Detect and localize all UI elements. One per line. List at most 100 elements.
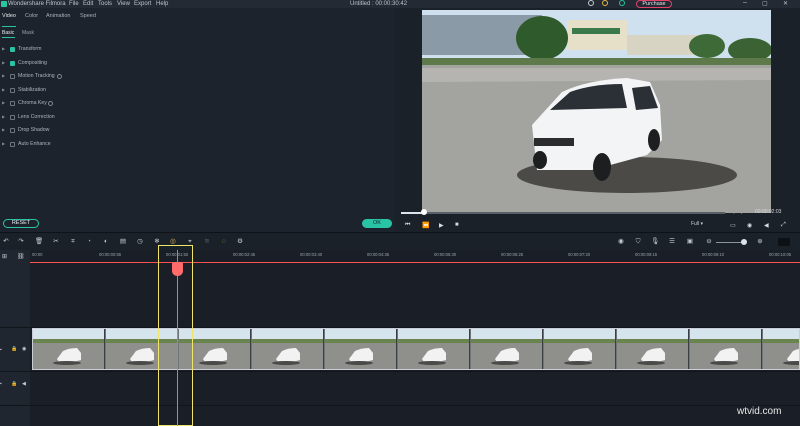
video-frame-image	[422, 10, 771, 213]
fullscreen-icon[interactable]: ⤢	[781, 222, 786, 229]
active-tab-indicator	[2, 26, 16, 27]
link-icon[interactable]: ⛓	[17, 253, 25, 260]
expand-arrow-icon[interactable]: ▶	[2, 86, 5, 94]
ruler-tick-label: 00:00:07:20	[568, 252, 591, 257]
lock-icon[interactable]: 🔒	[11, 381, 17, 387]
prop-chroma-key[interactable]: ▶ Chroma Key	[0, 99, 200, 107]
prop-auto-enhance[interactable]: ▶ Auto Enhance	[0, 140, 200, 148]
timer-icon[interactable]: ◷	[136, 238, 144, 246]
expand-arrow-icon[interactable]: ▶	[2, 99, 5, 107]
speaker-icon[interactable]: ◀	[22, 381, 26, 387]
mic-icon[interactable]: 🎙	[651, 238, 659, 246]
prop-transform[interactable]: ▶ Transform	[0, 45, 200, 53]
subtab-basic[interactable]: Basic	[2, 30, 14, 36]
prop-motion-tracking[interactable]: ▶ Motion Tracking	[0, 72, 200, 80]
green-screen-icon[interactable]: ▤	[119, 238, 127, 246]
add-track-icon[interactable]: ⊞	[2, 253, 7, 260]
marker-icon[interactable]: ⛉	[634, 238, 642, 246]
auto-reframe-icon[interactable]: ◌	[220, 238, 228, 246]
volume-icon[interactable]: ◀	[764, 222, 769, 229]
panel-toggle-icon[interactable]	[778, 238, 790, 246]
monitor-icon[interactable]: ▭	[730, 222, 736, 229]
render-icon[interactable]: ◉	[617, 238, 625, 246]
stabilization-checkbox[interactable]	[10, 87, 15, 93]
bulb-icon[interactable]	[602, 0, 608, 6]
timeline: ⊞ ⛓ ▪ 🔒 ◉ ▪ 🔒 ◀ 00:0000:00:00:5500:00:01…	[0, 245, 800, 426]
expand-arrow-icon[interactable]: ▶	[2, 72, 5, 80]
video-clip[interactable]	[32, 328, 800, 370]
headset-icon[interactable]	[619, 0, 625, 6]
ok-button[interactable]: OK	[362, 219, 392, 228]
prop-stabilization[interactable]: ▶ Stabilization	[0, 86, 200, 94]
eye-icon[interactable]: ◉	[22, 346, 26, 352]
prop-label: Motion Tracking	[18, 73, 55, 79]
reset-button[interactable]: RESET	[3, 219, 39, 228]
menu-export[interactable]: Export	[134, 0, 151, 8]
zoom-in-icon[interactable]: ⊕	[756, 238, 764, 246]
help-icon[interactable]	[57, 73, 62, 79]
purchase-button[interactable]: Purchase	[636, 0, 672, 8]
step-back-icon[interactable]: ⏪	[422, 222, 429, 229]
help-icon[interactable]	[48, 100, 53, 106]
snapshot-icon[interactable]: ◉	[747, 222, 752, 229]
cloud-icon[interactable]	[588, 0, 594, 6]
maximize-icon[interactable]: ▢	[762, 0, 768, 8]
menu-file[interactable]: File	[69, 0, 79, 8]
auto-enhance-checkbox[interactable]	[10, 141, 15, 147]
menu-help[interactable]: Help	[156, 0, 168, 8]
expand-arrow-icon[interactable]: ▶	[2, 59, 5, 67]
playhead-line[interactable]	[177, 250, 178, 426]
lens-correction-checkbox[interactable]	[10, 114, 15, 120]
chroma-key-checkbox[interactable]	[10, 101, 15, 106]
zoom-out-icon[interactable]: ⊖	[705, 238, 713, 246]
expand-arrow-icon[interactable]: ▶	[2, 45, 5, 53]
delete-icon[interactable]: 🗑	[35, 238, 43, 246]
prop-lens-correction[interactable]: ▶ Lens Correction	[0, 113, 200, 121]
expand-arrow-icon[interactable]: ▶	[2, 113, 5, 121]
ruler-tick-label: 00:00:09:10	[702, 252, 725, 257]
menu-edit[interactable]: Edit	[83, 0, 93, 8]
speed-icon[interactable]: ◔	[85, 238, 93, 246]
transform-checkbox[interactable]	[10, 47, 15, 52]
cut-icon[interactable]: ✂	[52, 238, 60, 246]
lock-icon[interactable]: 🔒	[11, 346, 17, 352]
mixer-icon[interactable]: ☰	[668, 238, 676, 246]
ruler-tick-label: 00:00:02:45	[233, 252, 256, 257]
undo-icon[interactable]: ↶	[2, 238, 10, 246]
play-icon[interactable]: ▶	[439, 222, 444, 229]
tab-speed[interactable]: Speed	[80, 13, 96, 19]
expand-arrow-icon[interactable]: ▶	[2, 140, 5, 148]
motion-tracking-checkbox[interactable]	[10, 74, 15, 79]
prop-drop-shadow[interactable]: ▶ Drop Shadow	[0, 126, 200, 134]
stop-icon[interactable]: ■	[455, 222, 459, 228]
watermark: wtvid.com	[737, 406, 782, 417]
close-icon[interactable]: ✕	[783, 0, 788, 8]
subtab-mask[interactable]: Mask	[22, 30, 34, 36]
zoom-slider-knob[interactable]	[741, 239, 747, 245]
prop-compositing[interactable]: ▶ Compositing	[0, 59, 200, 67]
prev-frame-icon[interactable]: ⏮	[405, 222, 410, 229]
tab-video[interactable]: Video	[2, 13, 16, 19]
compositing-checkbox[interactable]	[10, 60, 15, 66]
silence-detect-icon[interactable]: ⚙	[236, 238, 244, 246]
audio-icon[interactable]: ≋	[203, 238, 211, 246]
quality-select[interactable]: Full ▾	[691, 221, 721, 229]
tab-color[interactable]: Color	[25, 13, 38, 19]
time-ruler[interactable]: 00:0000:00:00:5500:00:01:5000:00:02:4500…	[30, 250, 800, 263]
menu-tools[interactable]: Tools	[98, 0, 112, 8]
active-subtab-indicator	[2, 37, 15, 38]
menu-view[interactable]: View	[117, 0, 130, 8]
bracket-out-icon[interactable]: }	[741, 209, 743, 215]
tab-animation[interactable]: Animation	[46, 13, 70, 19]
color-icon[interactable]: ◐	[102, 238, 110, 246]
redo-icon[interactable]: ↷	[17, 238, 25, 246]
preview-scrub-knob[interactable]	[421, 209, 427, 215]
preview-progress-bar[interactable]	[401, 212, 725, 214]
playhead-handle[interactable]	[172, 262, 183, 276]
expand-arrow-icon[interactable]: ▶	[2, 126, 5, 134]
crop-icon[interactable]: ⌗	[69, 238, 77, 246]
drop-shadow-checkbox[interactable]	[10, 128, 15, 133]
bracket-in-icon[interactable]: {	[733, 209, 735, 215]
minimize-icon[interactable]: –	[743, 0, 747, 7]
voiceover-icon[interactable]: ▣	[686, 238, 694, 246]
